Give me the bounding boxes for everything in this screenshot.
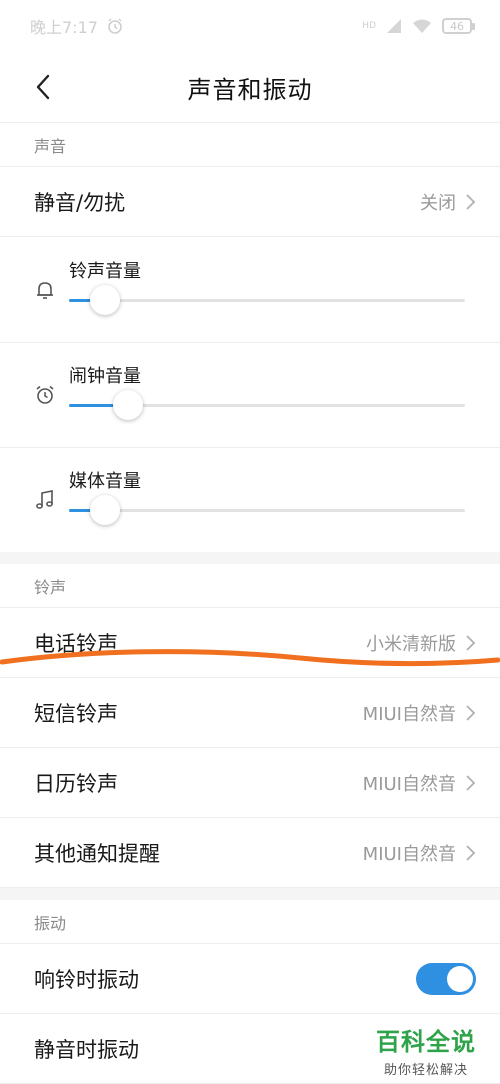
section-header-vibration: 振动 (0, 900, 500, 944)
page-title: 声音和振动 (187, 75, 313, 104)
alarm-status-icon (108, 18, 122, 34)
media-volume-row: 媒体音量 (0, 447, 500, 553)
chevron-right-icon (466, 634, 476, 651)
signal-hd-label: HD (362, 21, 376, 31)
signal-icon (387, 19, 401, 33)
ringtone-volume-label: 铃声音量 (69, 261, 141, 282)
calendar-ringtone-row[interactable]: 日历铃声 MIUI自然音 (0, 748, 500, 818)
vibrate-on-ring-label: 响铃时振动 (34, 967, 139, 992)
music-note-icon (36, 490, 53, 509)
status-right: HD 46 (362, 18, 475, 34)
section-header-ringtone: 铃声 (0, 564, 500, 608)
wifi-icon (413, 19, 431, 33)
watermark: 百科全说 助你轻松解决 (366, 1022, 486, 1078)
calendar-ringtone-value: MIUI自然音 (362, 773, 456, 795)
watermark-title: 百科全说 (376, 1028, 476, 1056)
dnd-value-group: 关闭 (420, 189, 476, 215)
sms-ringtone-row[interactable]: 短信铃声 MIUI自然音 (0, 678, 500, 748)
calendar-ringtone-label: 日历铃声 (34, 771, 118, 796)
dnd-value: 关闭 (420, 192, 456, 214)
sms-ringtone-label: 短信铃声 (34, 701, 118, 726)
alarm-volume-slider[interactable] (69, 390, 465, 420)
vibrate-on-ring-toggle[interactable] (416, 962, 476, 995)
other-notification-value: MIUI自然音 (362, 843, 456, 865)
media-volume-thumb[interactable] (90, 495, 120, 525)
ringtone-volume-thumb[interactable] (90, 285, 120, 315)
ringtone-volume-slider[interactable] (69, 285, 465, 315)
dnd-label: 静音/勿扰 (34, 190, 126, 215)
battery-icon: 46 (442, 18, 475, 34)
vibrate-on-ring-row[interactable]: 响铃时振动 (0, 944, 500, 1014)
chevron-right-icon (466, 193, 476, 210)
chevron-right-icon (466, 704, 476, 721)
section-header-sound: 声音 (0, 123, 500, 167)
phone-ringtone-value-group: 小米清新版 (366, 630, 476, 656)
status-left: 晚上7:17 (30, 14, 124, 38)
chevron-right-icon (466, 844, 476, 861)
status-bar: 晚上7:17 HD 46 (0, 0, 500, 52)
section-gap (0, 552, 500, 564)
chevron-left-icon (36, 74, 50, 100)
alarm-clock-icon (36, 385, 54, 404)
phone-ringtone-row[interactable]: 电话铃声 小米清新版 (0, 608, 500, 678)
alarm-volume-row: 闹钟音量 (0, 342, 500, 448)
alarm-volume-thumb[interactable] (113, 390, 143, 420)
section-gap (0, 888, 500, 900)
calendar-ringtone-value-group: MIUI自然音 (363, 770, 476, 796)
sms-ringtone-value-group: MIUI自然音 (363, 700, 476, 726)
back-button[interactable] (28, 72, 58, 102)
battery-level: 46 (450, 19, 464, 33)
toggle-knob (447, 965, 473, 992)
chevron-right-icon (466, 774, 476, 791)
phone-ringtone-label: 电话铃声 (34, 631, 118, 656)
sms-ringtone-value: MIUI自然音 (362, 703, 456, 725)
watermark-subtitle: 助你轻松解决 (383, 1063, 468, 1078)
vibrate-on-silent-label: 静音时振动 (34, 1037, 139, 1062)
media-volume-label: 媒体音量 (69, 471, 141, 492)
media-volume-slider[interactable] (69, 495, 465, 525)
other-notification-value-group: MIUI自然音 (363, 840, 476, 866)
other-notification-label: 其他通知提醒 (34, 841, 160, 866)
bell-icon (37, 282, 53, 299)
alarm-volume-label: 闹钟音量 (69, 366, 141, 387)
ringtone-volume-row: 铃声音量 (0, 237, 500, 343)
other-notification-row[interactable]: 其他通知提醒 MIUI自然音 (0, 818, 500, 888)
dnd-row[interactable]: 静音/勿扰 关闭 (0, 167, 500, 237)
phone-ringtone-value: 小米清新版 (366, 633, 456, 655)
title-bar: 声音和振动 (0, 52, 500, 123)
status-time: 晚上7:17 (30, 18, 98, 37)
